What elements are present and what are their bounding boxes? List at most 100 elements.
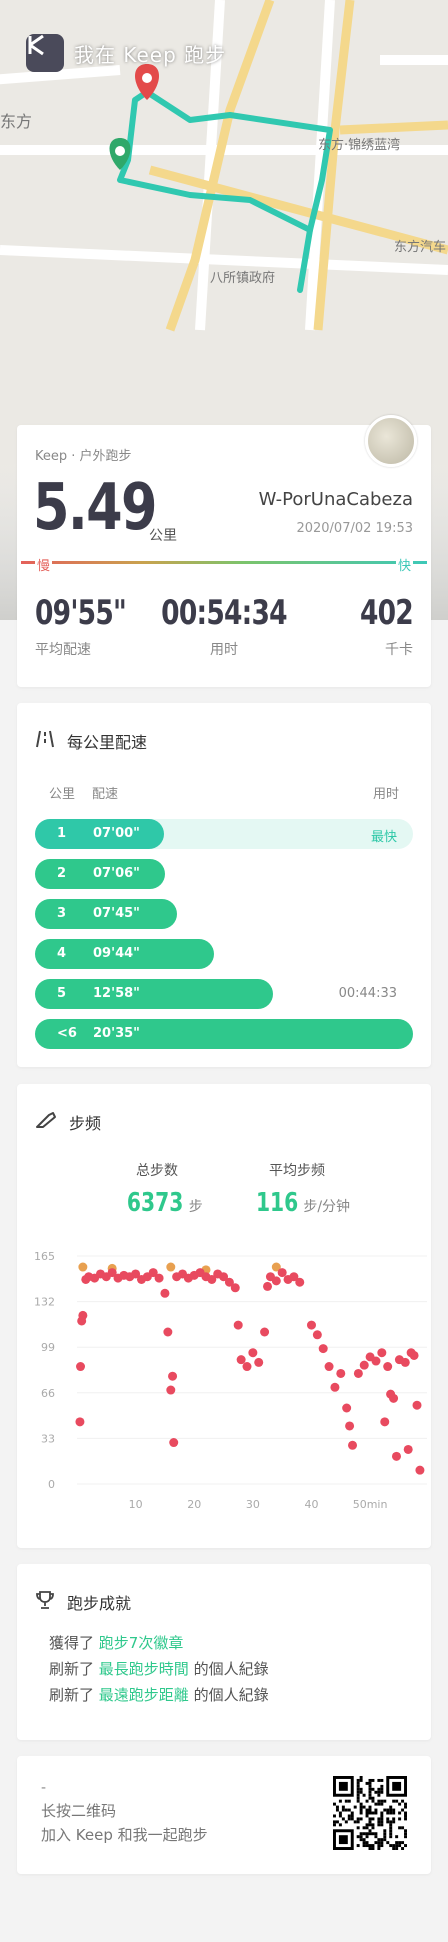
pace-value: 09'44" [93,946,140,961]
cadence-point [236,1355,246,1365]
y-tick-label: 165 [34,1250,55,1263]
shoe-icon [35,1111,57,1133]
trophy-icon [35,1590,55,1614]
avg-cadence-label: 平均步频 [269,1163,325,1179]
cadence-point [78,1310,88,1320]
x-tick-label: 20 [187,1498,201,1511]
achievement-badge-link[interactable]: 跑步7次徽章 [99,1634,184,1652]
username: W-PorUnaCabeza [258,489,413,510]
achievement-line: 刷新了 最長跑步時間 的個人紀錄 [49,1658,269,1679]
total-steps-label: 总步数 [136,1163,178,1179]
brand: 我在 Keep 跑步 [26,34,226,72]
achievement-record-link[interactable]: 最長跑步時間 [99,1660,189,1678]
cadence-point [348,1440,358,1450]
pace-row: 1 07'00" 最快 [35,819,413,849]
pace-km: 2 [57,866,67,881]
cadence-point [383,1362,393,1372]
y-tick-label: 0 [48,1478,55,1491]
cadence-point [242,1362,252,1372]
cadence-point [166,1385,176,1395]
cadence-point [353,1368,363,1378]
avg-pace-value: 09'55" [35,593,127,633]
achievement-record-link[interactable]: 最遠跑步距離 [99,1686,189,1704]
achievement-suffix: 的個人紀錄 [188,1660,269,1678]
cadence-point [403,1444,413,1454]
y-tick-label: 99 [41,1341,55,1354]
achievements-title: 跑步成就 [67,1594,132,1613]
workout-source: Keep · 户外跑步 [35,449,132,464]
pace-title: 每公里配速 [67,733,148,752]
avg-cadence-unit: 步/分钟 [303,1199,351,1215]
avg-cadence-stat: 平均步频 116 步/分钟 [227,1160,367,1218]
y-tick-label: 33 [41,1432,55,1445]
pace-row: 3 07'45" [35,899,413,929]
cadence-point [312,1330,322,1340]
fastest-badge: 最快 [370,830,397,845]
pace-value: 07'45" [93,906,140,921]
x-tick-label: 40 [304,1498,318,1511]
achievement-prefix: 獲得了 [49,1634,99,1652]
cadence-point [324,1362,334,1372]
brand-text: 我在 Keep 跑步 [74,42,227,67]
achievement-prefix: 刷新了 [49,1660,99,1678]
achievements-header: 跑步成就 [35,1590,131,1614]
cadence-point [330,1382,340,1392]
cadence-point [318,1344,328,1354]
y-tick-label: 66 [41,1387,55,1400]
cadence-point [389,1393,399,1403]
cadence-point [263,1281,273,1291]
pace-value: 07'00" [93,826,140,841]
cadence-point [260,1327,270,1337]
col-pace: 配速 [92,787,119,802]
pace-value: 20'35" [93,1026,140,1041]
share-line-2: 加入 Keep 和我一起跑步 [41,1826,208,1844]
road-icon [35,730,55,752]
fast-label: 快 [395,555,413,574]
cadence-point [336,1368,346,1378]
duration-value: 00:54:34 [161,593,287,633]
pace-km: 3 [57,906,67,921]
x-tick-label: 10 [129,1498,143,1511]
cadence-point [371,1356,381,1366]
pace-bar [35,979,273,1009]
col-time: 用时 [372,787,399,802]
qr-code[interactable] [333,1776,407,1850]
pace-header: 每公里配速 [35,729,147,753]
cadence-point [377,1348,387,1358]
cadence-point [409,1350,419,1360]
cadence-point [400,1357,410,1367]
total-steps-value: 6373 [127,1188,184,1218]
share-dash: - [41,1780,47,1796]
pace-km: <6 [57,1026,77,1041]
share-line-1: 长按二维码 [41,1802,117,1820]
cadence-point [271,1276,281,1286]
cadence-point [412,1400,422,1410]
cadence-point [342,1403,352,1413]
pace-km: 4 [57,946,67,961]
slow-label: 慢 [35,555,53,574]
achievement-suffix: 的個人紀錄 [188,1686,269,1704]
pace-km: 1 [57,826,67,841]
pace-row: 4 09'44" [35,939,413,969]
y-tick-label: 132 [34,1296,55,1309]
workout-datetime: 2020/07/02 19:53 [296,521,413,536]
cadence-point [169,1438,179,1448]
cadence-point [295,1277,305,1287]
achievements-card: 跑步成就 獲得了 跑步7次徽章 刷新了 最長跑步時間 的個人紀錄 刷新了 最遠跑… [17,1564,431,1740]
avatar[interactable] [365,415,417,467]
cadence-point [380,1417,390,1427]
cadence-header: 步频 [35,1110,101,1134]
pace-value: 07'06" [93,866,140,881]
col-km: 公里 [49,787,76,802]
cadence-chart: 165 132 99 66 33 0 10 20 30 40 50min [34,1250,427,1511]
cadence-point [415,1465,425,1475]
cadence-card: 步频 总步数 6373 步 平均步频 116 步/分钟 165 132 99 66 33… [17,1084,431,1548]
achievement-prefix: 刷新了 [49,1686,99,1704]
calories-stat: 402 千卡 [345,593,414,659]
achievement-line: 獲得了 跑步7次徽章 [49,1632,183,1653]
avg-cadence-value: 116 [255,1188,299,1218]
total-steps-stat: 总步数 6373 步 [87,1160,227,1218]
distance-value: 5.49 [33,471,158,545]
total-steps-unit: 步 [188,1199,203,1215]
duration-stat: 00:54:34 用时 [124,593,324,659]
